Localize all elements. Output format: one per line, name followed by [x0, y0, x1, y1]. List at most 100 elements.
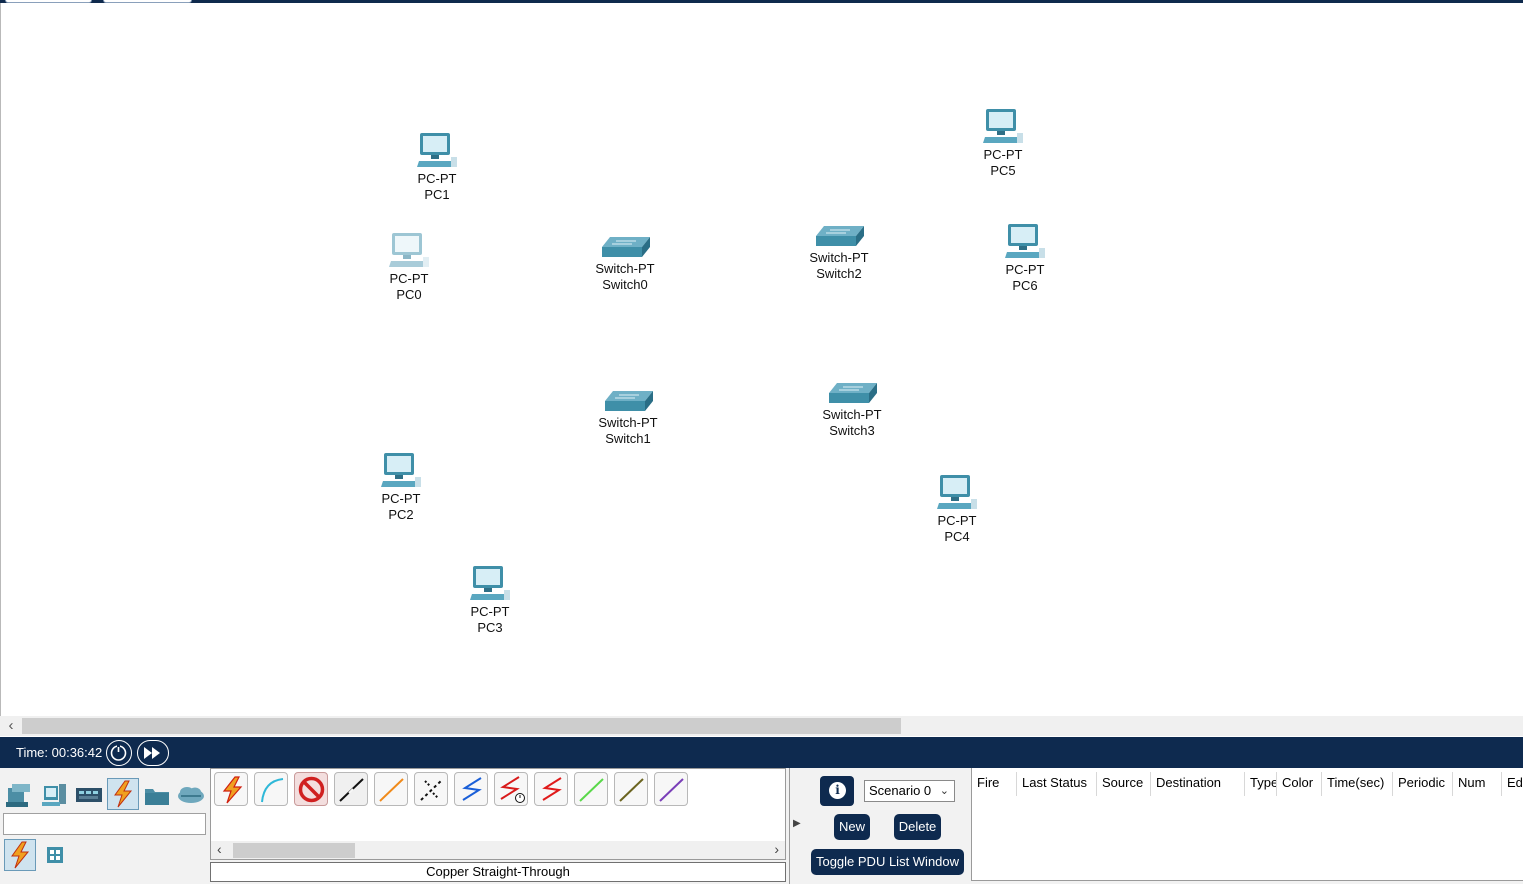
- scenario-select[interactable]: Scenario 0 ⌄: [864, 780, 955, 802]
- switch-icon: [602, 237, 650, 257]
- switch-icon: [829, 383, 877, 403]
- device-pc1[interactable]: PC-PT PC1: [397, 131, 477, 203]
- subcategory-connections-button[interactable]: [4, 839, 36, 871]
- column-header[interactable]: Destination: [1151, 772, 1245, 796]
- connection-iot[interactable]: [614, 772, 648, 806]
- copper-cross-over-icon: [379, 778, 404, 802]
- column-header[interactable]: Color: [1277, 772, 1322, 796]
- device-name: Switch3: [829, 423, 875, 438]
- device-pc0[interactable]: PC-PT PC0: [369, 231, 449, 303]
- realtime-bar: Time: 00:36:42: [0, 737, 1523, 768]
- connection-usb[interactable]: [654, 772, 688, 806]
- fast-forward-button[interactable]: [137, 740, 169, 766]
- device-name: Switch1: [605, 431, 651, 446]
- device-pc6[interactable]: PC-PT PC6: [985, 222, 1065, 294]
- toggle-pdu-list-button[interactable]: Toggle PDU List Window: [811, 849, 964, 875]
- power-cycle-icon: [110, 745, 127, 761]
- delete-scenario-button[interactable]: Delete: [894, 814, 941, 840]
- pdu-list-table: Fire Last Status Source Destination Type…: [971, 768, 1523, 881]
- connection-octal[interactable]: [574, 772, 608, 806]
- device-switch1[interactable]: Switch-PT Switch1: [588, 387, 668, 447]
- connection-automatic[interactable]: [214, 772, 248, 806]
- device-search-input[interactable]: [3, 813, 206, 835]
- scrollbar-thumb[interactable]: [22, 718, 901, 734]
- device-model: Switch-PT: [595, 261, 655, 276]
- phone-cable-icon: [462, 777, 482, 801]
- pc-icon: [937, 475, 977, 509]
- connections-category-button[interactable]: [107, 778, 139, 810]
- pc-icon: [381, 453, 421, 487]
- scroll-left-icon[interactable]: ‹: [217, 841, 222, 857]
- column-header[interactable]: Source: [1097, 772, 1151, 796]
- device-switch2[interactable]: Switch-PT Switch2: [799, 222, 879, 282]
- device-model: PC-PT: [389, 271, 429, 286]
- device-switch0[interactable]: Switch-PT Switch0: [585, 233, 665, 293]
- connection-copper-crossover[interactable]: [374, 772, 408, 806]
- pc-icon: [1005, 224, 1045, 258]
- new-scenario-button[interactable]: New: [834, 814, 870, 840]
- bottom-panel: ‹ › Copper Straight-Through ▶ i Scenario…: [0, 768, 1523, 884]
- connection-copper-straight[interactable]: [334, 772, 368, 806]
- subcategory-grid-button[interactable]: [44, 844, 66, 866]
- network-devices-button[interactable]: [4, 780, 34, 810]
- iot-custom-cable-icon: [619, 778, 644, 802]
- automatic-connection-icon: [222, 776, 243, 804]
- device-pc4[interactable]: PC-PT PC4: [917, 473, 997, 545]
- connections-scrollbar[interactable]: ‹ ›: [211, 841, 785, 859]
- end-devices-icon: [42, 784, 66, 806]
- column-header[interactable]: Last Status: [1017, 772, 1097, 796]
- miscellaneous-icon: [145, 789, 169, 805]
- device-model: Switch-PT: [822, 407, 882, 422]
- column-header[interactable]: Num: [1453, 772, 1502, 796]
- pc-icon: [470, 566, 510, 600]
- column-header[interactable]: Fire: [972, 772, 1017, 796]
- workspace-scrollbar[interactable]: ‹: [0, 716, 1523, 736]
- pc-icon: [983, 109, 1023, 143]
- expand-arrow-icon[interactable]: ▶: [793, 818, 801, 829]
- connection-phone[interactable]: [454, 772, 488, 806]
- column-header[interactable]: Type: [1245, 772, 1277, 796]
- multiuser-icon: [178, 787, 204, 803]
- device-name: PC2: [388, 507, 414, 522]
- device-switch3[interactable]: Switch-PT Switch3: [812, 379, 892, 439]
- scenario-info-button[interactable]: i: [820, 776, 854, 806]
- device-pc2[interactable]: PC-PT PC2: [361, 451, 441, 523]
- network-devices-icon: [6, 784, 30, 807]
- power-cycle-button[interactable]: [106, 740, 132, 766]
- device-name: Switch0: [602, 277, 648, 292]
- logical-workspace[interactable]: PC-PT PC1 PC-PT PC0 Switch-PT Switch0 Sw…: [0, 3, 1523, 716]
- connection-console[interactable]: [254, 772, 288, 806]
- device-name: PC3: [477, 620, 503, 635]
- miscellaneous-button[interactable]: [142, 780, 172, 810]
- panel-splitter[interactable]: ▶: [789, 768, 807, 884]
- grid-icon: [47, 847, 63, 863]
- connection-coaxial[interactable]: [494, 772, 528, 806]
- device-pc5[interactable]: PC-PT PC5: [963, 107, 1043, 179]
- scenario-panel: i Scenario 0 ⌄ New Delete Toggle PDU Lis…: [808, 768, 968, 884]
- connection-none[interactable]: [294, 772, 328, 806]
- column-header[interactable]: Ed: [1502, 772, 1523, 796]
- device-pc3[interactable]: PC-PT PC3: [450, 564, 530, 636]
- connection-fiber[interactable]: [414, 772, 448, 806]
- device-name: Switch2: [816, 266, 862, 281]
- device-model: Switch-PT: [809, 250, 869, 265]
- switch-icon: [816, 226, 864, 246]
- chevron-down-icon: ⌄: [939, 785, 949, 797]
- connections-icon: [114, 780, 133, 808]
- scrollbar-thumb[interactable]: [233, 843, 355, 858]
- device-model: PC-PT: [470, 604, 510, 619]
- end-devices-button[interactable]: [39, 780, 69, 810]
- pdu-table-header: Fire Last Status Source Destination Type…: [972, 772, 1523, 796]
- scroll-right-icon[interactable]: ›: [774, 841, 779, 857]
- scroll-left-icon[interactable]: ‹: [4, 717, 18, 735]
- column-header[interactable]: Periodic: [1393, 772, 1453, 796]
- fast-forward-icon: [144, 747, 160, 759]
- components-button[interactable]: [74, 780, 104, 810]
- multiuser-button[interactable]: [176, 780, 206, 810]
- device-model: PC-PT: [937, 513, 977, 528]
- connections-icon: [11, 841, 30, 869]
- device-model: PC-PT: [983, 147, 1023, 162]
- column-header[interactable]: Time(sec): [1322, 772, 1393, 796]
- selected-connection-name: Copper Straight-Through: [210, 862, 786, 882]
- connection-serial[interactable]: [534, 772, 568, 806]
